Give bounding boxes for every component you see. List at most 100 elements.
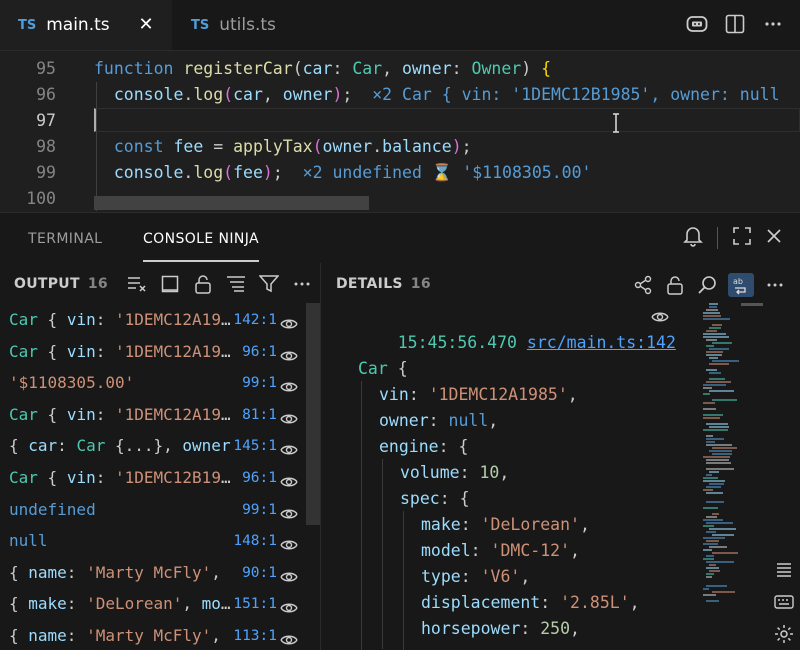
eye-icon[interactable]: [280, 595, 298, 613]
eye-icon[interactable]: [280, 564, 298, 582]
maximize-panel-icon[interactable]: [732, 226, 752, 250]
log-location-link[interactable]: 96:1: [231, 336, 277, 368]
log-location-link[interactable]: 99:1: [231, 494, 277, 526]
toggle-panel-icon[interactable]: [159, 273, 181, 295]
minimap-line: [709, 306, 717, 308]
output-log-row[interactable]: undefined 99:1: [9, 494, 309, 526]
word-wrap-icon[interactable]: ab: [728, 273, 754, 297]
line-number: 97: [36, 111, 56, 130]
code-token: :: [95, 468, 115, 487]
close-panel-icon[interactable]: [766, 228, 782, 248]
output-log-row[interactable]: { make: 'DeLorean', model151:1: [9, 588, 309, 620]
details-minimap[interactable]: [703, 303, 763, 603]
eye-icon[interactable]: [280, 532, 298, 550]
eye-icon[interactable]: [280, 501, 298, 519]
output-log-row[interactable]: null 148:1: [9, 525, 309, 557]
code-line[interactable]: 99 console.log(fee); ×2 undefined ⌛ '$11…: [0, 160, 800, 186]
code-token: '$1108305.00': [462, 163, 592, 182]
code-line[interactable]: 95 function registerCar(car: Car, owner: …: [0, 56, 800, 82]
line-number: 100: [26, 189, 56, 208]
log-value: '$1108305.00': [9, 367, 231, 399]
eye-icon[interactable]: [280, 627, 298, 645]
list-view-icon[interactable]: [773, 559, 795, 581]
more-actions-icon[interactable]: [291, 273, 313, 295]
output-log-row[interactable]: { car: Car {...}, owner 145:1: [9, 430, 309, 462]
close-tab-icon[interactable]: ✕: [134, 12, 158, 36]
split-editor-icon[interactable]: [722, 11, 748, 37]
output-log-row[interactable]: Car { vin: '1DEMC12A1985'96:1: [9, 336, 309, 368]
sort-lines-icon[interactable]: [225, 273, 247, 295]
output-log-row[interactable]: { name: 'Marty McFly', 113:1: [9, 620, 309, 650]
eye-icon[interactable]: [280, 311, 298, 329]
log-location-link[interactable]: 90:1: [231, 557, 277, 589]
log-location-link[interactable]: 81:1: [231, 399, 277, 431]
indent-guide: [403, 511, 404, 650]
tab-console-ninja[interactable]: CONSOLE NINJA: [143, 217, 260, 262]
keyboard-icon[interactable]: [773, 591, 795, 613]
minimap-line: [709, 483, 724, 485]
log-location-link[interactable]: 96:1: [231, 462, 277, 494]
code-token: ×2 undefined: [302, 163, 432, 182]
minimap-line: [706, 381, 732, 383]
log-location-link[interactable]: 99:1: [231, 367, 277, 399]
code-token: const: [113, 137, 174, 156]
source-link[interactable]: src/main.ts:142: [527, 333, 676, 352]
clear-output-icon[interactable]: [126, 273, 148, 295]
log-location-link[interactable]: 148:1: [231, 525, 277, 557]
minimap-line: [709, 363, 730, 365]
output-log-row[interactable]: '$1108305.00' 99:1: [9, 367, 309, 399]
eye-icon[interactable]: [280, 437, 298, 455]
minimap-line: [706, 423, 729, 425]
more-actions-icon[interactable]: [764, 274, 786, 296]
code-editor[interactable]: 95 function registerCar(car: Car, owner: …: [0, 51, 800, 211]
output-log-row[interactable]: { name: 'Marty McFly', 90:1: [9, 557, 309, 589]
code-token: :: [95, 404, 115, 424]
minimap-line: [709, 327, 722, 329]
eye-icon[interactable]: [280, 374, 298, 392]
code-token: '1DEMC12B1985': [114, 468, 231, 487]
eye-icon[interactable]: [280, 343, 298, 361]
more-actions-icon[interactable]: [760, 11, 786, 37]
line-number: 95: [36, 59, 56, 78]
output-log-row[interactable]: Car { vin: '1DEMC12B1985'96:1: [9, 462, 309, 494]
eye-icon[interactable]: [280, 469, 298, 487]
detail-line: model: 'DMC-12',: [421, 538, 580, 564]
code-line[interactable]: 98 const fee = applyTax(owner.balance);: [0, 134, 800, 160]
output-log-row[interactable]: Car { vin: '1DEMC12A1985'142:1: [9, 304, 309, 336]
unlock-icon[interactable]: [664, 274, 686, 296]
share-icon[interactable]: [632, 274, 654, 296]
settings-gear-icon[interactable]: [773, 623, 795, 645]
search-icon[interactable]: [696, 274, 718, 296]
log-location-link[interactable]: 151:1: [231, 588, 277, 620]
output-count: 16: [87, 276, 108, 292]
minimap-line: [709, 378, 725, 380]
log-location-link[interactable]: 113:1: [231, 620, 277, 650]
code-line[interactable]: 97: [0, 108, 800, 134]
details-header: DETAILS 16: [336, 263, 431, 303]
code-token: Car: [9, 404, 38, 424]
minimap-line: [703, 417, 720, 419]
log-location-link[interactable]: 145:1: [231, 430, 277, 462]
log-value: undefined: [9, 494, 231, 526]
tab-terminal[interactable]: TERMINAL: [28, 213, 102, 263]
notifications-bell-icon[interactable]: [683, 225, 703, 251]
output-log-row[interactable]: Car { vin: '1DEMC12A1985'81:1: [9, 399, 309, 431]
eye-icon[interactable]: [651, 309, 669, 329]
editor-horizontal-scrollbar[interactable]: [94, 196, 369, 210]
log-location-link[interactable]: 142:1: [231, 304, 277, 336]
code-line[interactable]: 96 console.log(car, owner); ×2 Car { vin…: [0, 82, 800, 108]
console-ninja-icon[interactable]: [684, 11, 710, 37]
unlock-icon[interactable]: [192, 273, 214, 295]
eye-icon[interactable]: [280, 406, 298, 424]
code-token: '$1108305.00': [9, 373, 135, 393]
details-scrollbar[interactable]: [741, 303, 763, 306]
tab-utils-ts[interactable]: TS utils.ts: [173, 0, 303, 50]
code-token: function: [94, 59, 184, 78]
tab-main-ts[interactable]: TS main.ts ✕: [0, 0, 172, 50]
code-token: console: [113, 85, 184, 104]
output-scrollbar[interactable]: [306, 303, 320, 525]
code-token: '1DEMC12A1985': [114, 404, 231, 424]
filter-icon[interactable]: [258, 273, 280, 295]
detail-line: type: 'V6',: [421, 564, 530, 590]
